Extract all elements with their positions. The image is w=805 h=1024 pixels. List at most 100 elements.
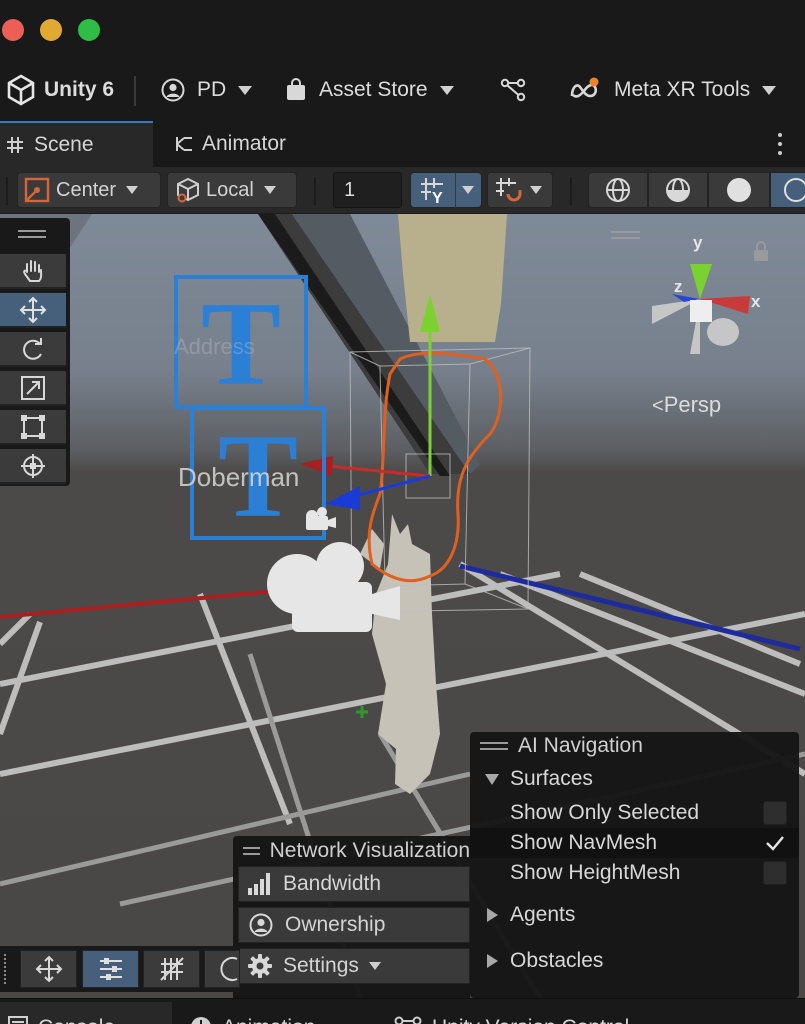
ownership-button[interactable]: Ownership — [238, 907, 470, 943]
show-heightmesh-option[interactable]: Show HeightMesh — [470, 858, 799, 888]
chevron-down-icon — [462, 186, 474, 194]
sliders-icon — [99, 958, 122, 980]
lighting-toggle-button[interactable] — [204, 950, 240, 988]
option-label: Show Only Selected — [510, 801, 700, 824]
drag-handle-icon[interactable] — [18, 230, 46, 238]
chevron-down-icon — [238, 85, 253, 95]
shopping-bag-icon — [287, 78, 305, 100]
move-tool-button[interactable] — [0, 293, 66, 328]
show-navmesh-checkbox[interactable] — [763, 831, 787, 855]
agents-foldout[interactable]: Agents — [470, 900, 799, 930]
grid-snap-icon — [496, 178, 522, 202]
ai-navigation-title: AI Navigation — [518, 734, 643, 757]
chevron-down-icon — [263, 186, 276, 194]
option-label: Show NavMesh — [510, 831, 658, 854]
user-icon — [249, 913, 273, 937]
rotate-icon — [23, 337, 42, 360]
grid-icon — [7, 137, 23, 153]
zoom-window-button[interactable] — [78, 19, 100, 41]
tab-scene[interactable]: Scene — [0, 121, 153, 167]
settings-dropdown[interactable]: Settings — [238, 948, 470, 984]
hand-tool-button[interactable] — [0, 254, 66, 289]
grid-snap-toggle[interactable] — [487, 172, 553, 208]
bottom-tab-strip: Console Animation Unity Version Control — [0, 998, 805, 1024]
drag-handle-icon[interactable] — [4, 954, 7, 984]
move-tool-button[interactable] — [20, 950, 77, 988]
account-dropdown[interactable]: PD — [161, 70, 253, 110]
show-heightmesh-checkbox[interactable] — [763, 861, 787, 885]
network-visualization-header[interactable]: Network Visualization — [233, 836, 470, 866]
wireframe-shading-button[interactable] — [588, 172, 648, 208]
rect-tool-button[interactable] — [0, 410, 66, 445]
branch-icon — [500, 78, 526, 102]
asset-store-dropdown[interactable]: Asset Store — [285, 70, 454, 110]
shaded-button[interactable] — [708, 172, 770, 208]
obstacles-foldout[interactable]: Obstacles — [470, 946, 799, 976]
chevron-right-icon — [487, 908, 498, 922]
surfaces-foldout[interactable]: Surfaces — [470, 764, 799, 794]
shaded-wireframe-button[interactable] — [648, 172, 708, 208]
pivot-mode-dropdown[interactable]: Center — [17, 172, 161, 208]
unity-menu-button[interactable]: Unity 6 — [6, 70, 114, 110]
projection-label: Persp — [663, 392, 722, 417]
rendered-button[interactable] — [770, 172, 805, 208]
surfaces-label: Surfaces — [510, 767, 593, 790]
window-titlebar — [0, 0, 805, 60]
show-only-selected-option[interactable]: Show Only Selected — [470, 798, 799, 828]
tab-console[interactable]: Console — [0, 1002, 172, 1024]
pivot-rotation-dropdown[interactable]: Local — [167, 172, 297, 208]
meta-logo-icon — [570, 77, 599, 98]
toolbar-divider — [570, 177, 572, 205]
wireframe-sphere-icon — [606, 178, 630, 202]
transform-icon — [21, 453, 45, 478]
grid-plane-toggle[interactable]: Y — [410, 172, 482, 208]
tab-label: Unity Version Control — [432, 1016, 629, 1024]
circle-icon — [220, 957, 238, 981]
drag-handle-icon — [243, 847, 260, 855]
bandwidth-icon — [248, 873, 270, 895]
rotate-tool-button[interactable] — [0, 332, 66, 367]
chevron-down-icon — [485, 773, 499, 785]
version-control-button[interactable] — [500, 70, 526, 110]
tab-animation[interactable]: Animation — [190, 1002, 380, 1024]
tab-animator[interactable]: Animator — [174, 121, 324, 167]
local-cube-icon — [177, 177, 199, 203]
svg-text:Doberman: Doberman — [178, 462, 299, 492]
scene-viewport[interactable]: T T Address Doberman y x z <Persp AI Nav… — [0, 214, 805, 998]
show-only-selected-checkbox[interactable] — [763, 801, 787, 825]
svg-text:y: y — [693, 233, 703, 252]
transform-tool-button[interactable] — [0, 449, 66, 484]
scene-tab-strip: Scene Animator — [0, 121, 805, 167]
more-options-icon[interactable] — [777, 133, 783, 155]
tool-palette — [0, 218, 70, 486]
minimize-window-button[interactable] — [40, 19, 62, 41]
projection-toggle[interactable]: <Persp — [652, 392, 721, 418]
bandwidth-button[interactable]: Bandwidth — [238, 866, 470, 902]
ai-navigation-overlay: AI Navigation Surfaces Show Only Selecte… — [470, 732, 799, 998]
drag-handle-icon — [480, 742, 508, 750]
tab-unity-version-control[interactable]: Unity Version Control — [394, 1002, 805, 1024]
ownership-label: Ownership — [285, 913, 386, 936]
meta-xr-tools-dropdown[interactable]: Meta XR Tools — [568, 70, 777, 110]
chevron-down-icon — [126, 186, 139, 194]
scale-icon — [21, 375, 45, 400]
close-window-button[interactable] — [2, 19, 24, 41]
unity-logo-icon — [7, 74, 35, 106]
overlay-settings-button[interactable] — [82, 950, 139, 988]
ai-navigation-header[interactable]: AI Navigation — [470, 732, 799, 760]
pivot-mode-label: Center — [56, 178, 117, 201]
chevron-down-icon — [530, 186, 542, 194]
scale-tool-button[interactable] — [0, 371, 66, 406]
move-arrows-icon — [19, 296, 47, 323]
show-navmesh-option[interactable]: Show NavMesh — [470, 828, 799, 858]
toolbar-divider — [134, 76, 136, 106]
meta-tools-label: Meta XR Tools — [614, 78, 751, 101]
grid-size-field[interactable]: 1 — [333, 172, 402, 208]
tab-label: Animation — [222, 1016, 315, 1024]
svg-text:x: x — [751, 292, 761, 311]
branch-icon — [394, 1016, 422, 1024]
network-visualization-overlay: Network Visualization Bandwidth Ownershi… — [233, 836, 470, 998]
hand-icon — [23, 259, 43, 282]
network-visualization-title: Network Visualization — [269, 839, 470, 862]
grid-toggle-button[interactable] — [143, 950, 200, 988]
